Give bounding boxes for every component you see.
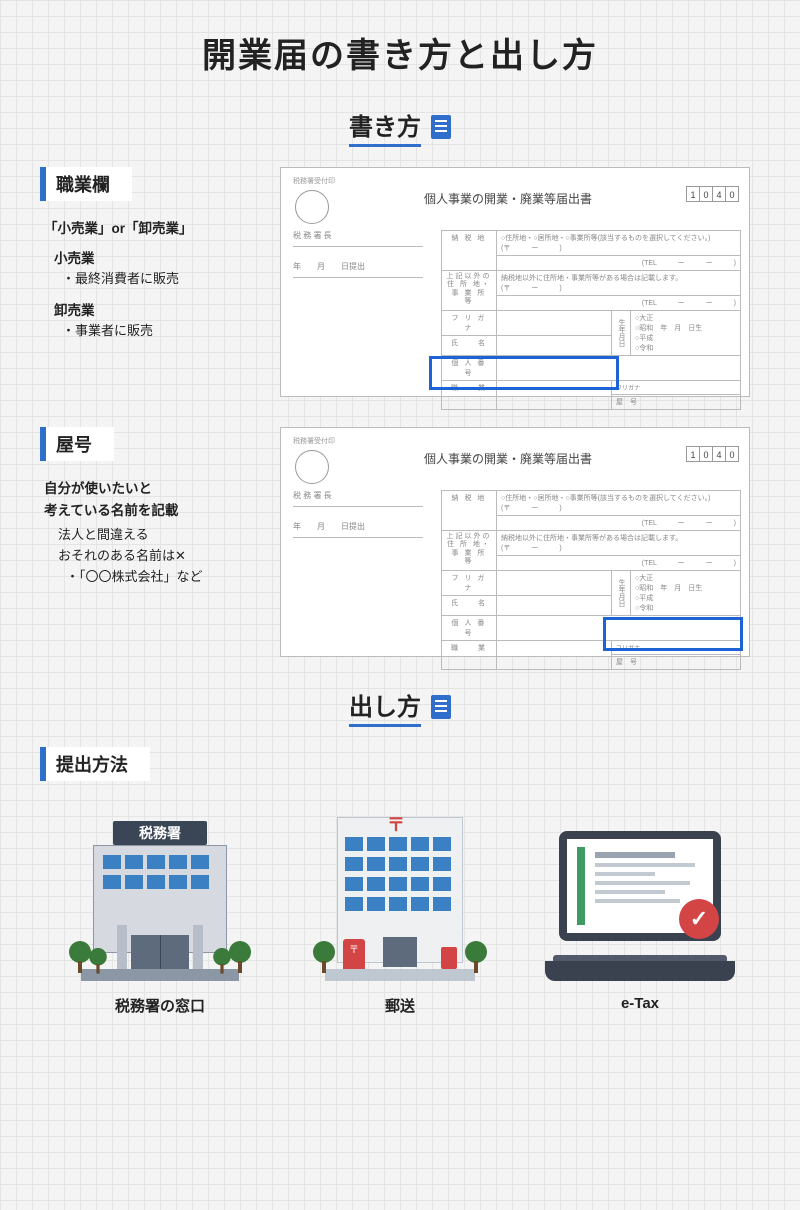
page-title: 開業届の書き方と出し方 — [40, 28, 760, 77]
occupation-subhead: 「小売業」or「卸売業」 — [44, 217, 260, 237]
document-icon — [431, 695, 451, 719]
tradename-sub2: 考えている名前を記載 — [44, 499, 260, 519]
tag-occupation: 職業欄 — [40, 167, 132, 201]
form-preview-tradename: 税務署受付印 個人事業の開業・廃業等届出書 1040 税 務 署 長 年 月 日… — [280, 427, 750, 657]
highlight-tradename — [603, 617, 743, 651]
stamp-circle-icon — [295, 450, 329, 484]
method-etax: ✓ e-Tax — [540, 811, 740, 1016]
post-office-icon: 〒 — [325, 813, 475, 981]
retail-desc: ・最終消費者に販売 — [62, 269, 260, 289]
document-icon — [431, 115, 451, 139]
method-label-1: 税務署の窓口 — [60, 995, 260, 1016]
submission-methods: 税務署 税務署の窓口 〒 — [40, 811, 760, 1016]
wholesale-label: 卸売業 — [54, 299, 260, 319]
stamp-circle-icon — [295, 190, 329, 224]
section-heading-write: 書き方 — [40, 107, 760, 147]
tag-submission: 提出方法 — [40, 747, 150, 781]
tradename-sub1: 自分が使いたいと — [44, 477, 260, 497]
laptop-icon: ✓ — [545, 831, 735, 981]
stamp-label: 税務署受付印 — [293, 176, 739, 186]
checkmark-icon: ✓ — [679, 899, 719, 939]
section-heading-submit: 出し方 — [40, 687, 760, 727]
tax-office-icon: 税務署 — [75, 821, 245, 981]
form-preview-occupation: 税務署受付印 個人事業の開業・廃業等届出書 1 0 4 0 税 務 署 長 年 … — [280, 167, 750, 397]
method-tax-office: 税務署 税務署の窓口 — [60, 811, 260, 1016]
tradename-note2: おそれのある名前は✕ — [58, 546, 260, 567]
tag-tradename: 屋号 — [40, 427, 114, 461]
wholesale-desc: ・事業者に販売 — [62, 321, 260, 341]
method-post: 〒 郵送 — [300, 811, 500, 1016]
form-left-lines: 税 務 署 長 年 月 日提出 — [293, 228, 423, 290]
row-tradename: 屋号 自分が使いたいと 考えている名前を記載 法人と間違える おそれのある名前は… — [40, 427, 760, 657]
method-label-3: e-Tax — [540, 995, 740, 1012]
method-label-2: 郵送 — [300, 995, 500, 1016]
form-title: 個人事業の開業・廃業等届出書 — [424, 190, 592, 207]
form-code: 1 0 4 0 — [687, 186, 739, 202]
retail-label: 小売業 — [54, 247, 260, 267]
row-occupation: 職業欄 「小売業」or「卸売業」 小売業 ・最終消費者に販売 卸売業 ・事業者に… — [40, 167, 760, 397]
tradename-note1: 法人と間違える — [58, 525, 260, 546]
highlight-occupation — [429, 356, 619, 390]
section-heading-submit-text: 出し方 — [349, 687, 421, 727]
tradename-note3: ・「〇〇株式会社」など — [66, 567, 260, 588]
section-heading-write-text: 書き方 — [349, 107, 421, 147]
